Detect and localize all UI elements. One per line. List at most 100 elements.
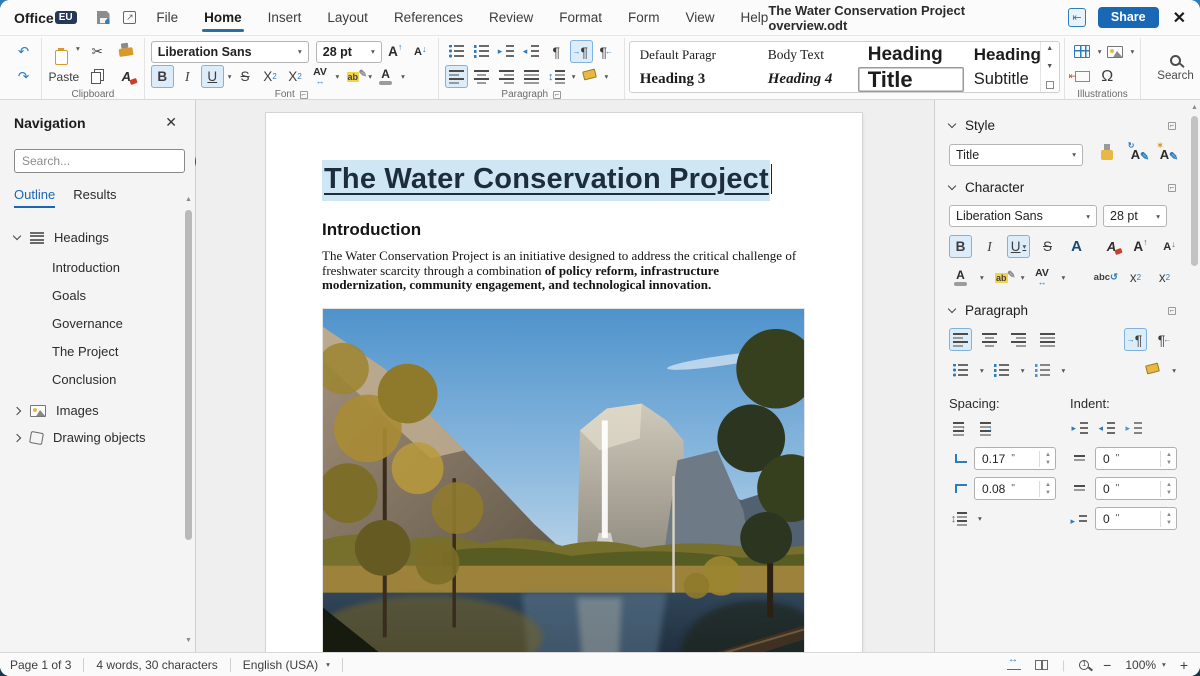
indent-after-field[interactable]: 0" ▲▼ xyxy=(1095,477,1177,500)
indent-first-line-field[interactable]: 0" ▲▼ xyxy=(1095,507,1177,530)
justify-icon[interactable] xyxy=(520,65,543,88)
paragraph-more-options-icon[interactable]: ⌐ xyxy=(1168,307,1176,315)
sidebar-highlight-icon[interactable] xyxy=(990,266,1013,289)
character-spacing-dropdown-icon[interactable]: ▾ xyxy=(336,72,340,81)
update-style-icon[interactable]: A↻ xyxy=(1124,143,1147,166)
close-icon[interactable]: ✕ xyxy=(1171,8,1188,28)
spin-down-icon[interactable]: ▼ xyxy=(1164,519,1174,527)
sidebar-grow-font-icon[interactable]: A↑ xyxy=(1129,235,1152,258)
sidebar-font-color-icon[interactable]: A xyxy=(949,266,972,289)
zoom-out-icon[interactable]: − xyxy=(1103,657,1111,673)
scroll-up-icon[interactable]: ▲ xyxy=(185,196,192,203)
character-section-chevron-icon[interactable] xyxy=(948,182,956,190)
sidebar-character-spacing-dropdown-icon[interactable]: ▾ xyxy=(1062,273,1066,282)
search-icon[interactable] xyxy=(1170,55,1181,66)
sidebar-bullet-dropdown-icon[interactable]: ▾ xyxy=(980,366,984,375)
fit-width-icon[interactable] xyxy=(1007,660,1021,670)
menu-help[interactable]: Help xyxy=(741,1,769,34)
underline-dropdown-icon[interactable]: ▾ xyxy=(228,72,232,81)
sidebar-clear-formatting-icon[interactable]: A xyxy=(1100,235,1123,258)
book-view-icon[interactable] xyxy=(1035,660,1048,670)
spacing-above-field[interactable]: 0.17" ▲▼ xyxy=(974,447,1056,470)
sidebar-shrink-font-icon[interactable]: A↓ xyxy=(1158,235,1181,258)
tab-outline[interactable]: Outline xyxy=(14,187,55,208)
menu-format[interactable]: Format xyxy=(559,1,602,34)
paste-icon[interactable] xyxy=(48,44,74,70)
spin-down-icon[interactable]: ▼ xyxy=(1164,489,1174,497)
spin-down-icon[interactable]: ▼ xyxy=(1164,459,1174,467)
sidebar-strikethrough-icon[interactable]: S xyxy=(1036,235,1059,258)
decrease-indent-icon[interactable] xyxy=(520,40,543,63)
font-color-dropdown-icon[interactable]: ▾ xyxy=(401,72,405,81)
grow-font-icon[interactable]: A↑ xyxy=(384,40,407,63)
scroll-up-icon[interactable]: ▲ xyxy=(1191,104,1198,111)
chevron-right-icon[interactable] xyxy=(13,406,21,414)
sidebar-italic-icon[interactable]: I xyxy=(978,235,1001,258)
font-size-select[interactable]: 28 pt▾ xyxy=(316,41,382,63)
below-spacing-icon[interactable] xyxy=(949,477,967,500)
tree-item-headings[interactable]: Headings xyxy=(14,224,181,251)
tree-item-governance[interactable]: Governance xyxy=(14,309,181,337)
sidebar-ltr-icon[interactable]: →¶ xyxy=(1124,328,1147,351)
character-spacing-icon[interactable]: AV↔ xyxy=(309,65,332,88)
sidebar-font-name-select[interactable]: Liberation Sans▾ xyxy=(949,205,1097,227)
highlight-dropdown-icon[interactable]: ▾ xyxy=(368,72,372,81)
undo-icon[interactable]: ↶ xyxy=(12,40,35,63)
sidebar-increase-indent-icon[interactable] xyxy=(1070,417,1090,440)
sidebar-change-case-icon[interactable]: abc↺ xyxy=(1094,266,1118,289)
zoom-in-icon[interactable]: + xyxy=(1180,657,1188,673)
language-selector[interactable]: English (USA)▾ xyxy=(231,658,343,672)
above-spacing-icon[interactable] xyxy=(949,447,967,470)
sidebar-line-spacing-dropdown-icon[interactable]: ▾ xyxy=(978,514,982,523)
tree-item-goals[interactable]: Goals xyxy=(14,281,181,309)
style-heading-2[interactable]: Heading 2 xyxy=(964,42,1040,67)
insert-table-icon[interactable] xyxy=(1071,40,1094,63)
sidebar-bold-icon[interactable]: B xyxy=(949,235,972,258)
document-heading-introduction[interactable]: Introduction xyxy=(322,220,806,240)
sidebar-highlight-dropdown-icon[interactable]: ▾ xyxy=(1021,273,1025,282)
special-character-icon[interactable]: Ω xyxy=(1096,65,1119,88)
document-area[interactable]: The Water Conservation Project Introduct… xyxy=(196,100,934,652)
left-to-right-icon[interactable]: →¶ xyxy=(570,40,593,63)
line-spacing-dropdown-icon[interactable]: ▾ xyxy=(572,72,576,81)
style-more-options-icon[interactable]: ⌐ xyxy=(1168,122,1176,130)
style-heading-3[interactable]: Heading 3 xyxy=(630,67,758,92)
scrollbar-thumb[interactable] xyxy=(185,210,192,540)
align-right-icon[interactable] xyxy=(495,65,518,88)
insert-table-dropdown-icon[interactable]: ▾ xyxy=(1098,47,1102,56)
collapse-sidebar-icon[interactable]: ⇤ xyxy=(1068,8,1086,27)
spacing-below-field[interactable]: 0.08" ▲▼ xyxy=(974,477,1056,500)
paragraph-style-select[interactable]: Title▾ xyxy=(949,144,1083,166)
align-left-icon[interactable] xyxy=(445,65,468,88)
style-gallery-down-icon[interactable]: ▼ xyxy=(1043,63,1057,70)
style-subtitle[interactable]: Subtitle xyxy=(964,67,1040,92)
sidebar-line-spacing-icon[interactable]: ↕ xyxy=(949,507,969,530)
search-group[interactable]: Search xyxy=(1140,38,1200,99)
spin-down-icon[interactable]: ▼ xyxy=(1043,489,1053,497)
insert-image-dropdown-icon[interactable]: ▾ xyxy=(1131,47,1135,56)
share-button[interactable]: Share xyxy=(1098,7,1159,28)
clone-formatting-icon[interactable] xyxy=(115,40,138,63)
character-more-options-icon[interactable]: ⌐ xyxy=(1168,184,1176,192)
numbered-list-icon[interactable] xyxy=(470,40,493,63)
sidebar-outline-dropdown-icon[interactable]: ▾ xyxy=(1062,366,1066,375)
style-heading-4[interactable]: Heading 4 xyxy=(758,67,858,92)
tab-results[interactable]: Results xyxy=(73,187,116,208)
sidebar-shadow-icon[interactable]: A xyxy=(1065,235,1088,258)
sidebar-outline-list-icon[interactable] xyxy=(1031,359,1054,382)
line-spacing-icon[interactable]: ↕ xyxy=(545,65,568,88)
open-in-new-icon[interactable]: ↗ xyxy=(119,7,140,29)
first-line-indent-icon[interactable] xyxy=(1070,507,1088,530)
sidebar-character-spacing-icon[interactable]: AV↔ xyxy=(1031,266,1054,289)
menu-view[interactable]: View xyxy=(686,1,715,34)
zoom-reset-icon[interactable]: 1 xyxy=(1079,660,1089,670)
sidebar-background-dropdown-icon[interactable]: ▾ xyxy=(1172,366,1176,375)
increase-indent-icon[interactable] xyxy=(495,40,518,63)
sidebar-superscript-icon[interactable]: x2 xyxy=(1124,266,1147,289)
italic-icon[interactable]: I xyxy=(176,65,199,88)
shrink-font-icon[interactable]: A↓ xyxy=(409,40,432,63)
menu-form[interactable]: Form xyxy=(628,1,660,34)
chevron-down-icon[interactable] xyxy=(13,232,21,240)
style-title-selected[interactable]: Title xyxy=(858,67,964,92)
sidebar-justify-icon[interactable] xyxy=(1036,328,1059,351)
